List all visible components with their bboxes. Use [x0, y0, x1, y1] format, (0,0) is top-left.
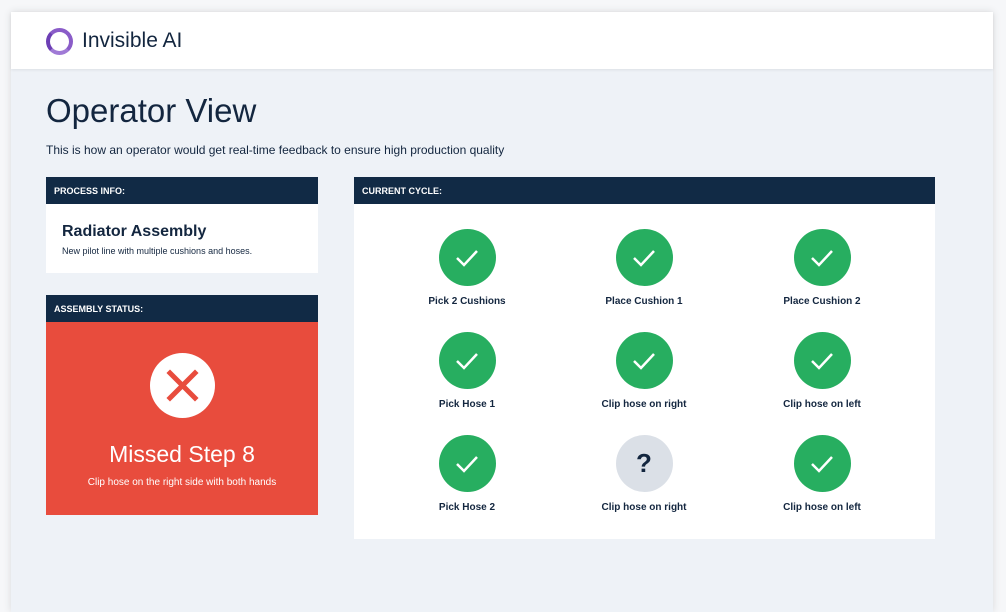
status-detail: Clip hose on the right side with both ha…: [87, 477, 277, 488]
step-label: Pick 2 Cushions: [428, 296, 506, 307]
check-icon: [438, 332, 496, 389]
cycle-step: Place Cushion 1: [559, 229, 729, 307]
check-icon: [438, 229, 496, 286]
cycle-step: Pick Hose 2: [382, 435, 552, 513]
process-info-panel: PROCESS INFO: Radiator Assembly New pilo…: [46, 177, 318, 273]
check-icon: [793, 229, 851, 286]
check-icon: [793, 332, 851, 389]
step-label: Clip hose on left: [783, 399, 861, 410]
check-icon: [793, 435, 851, 492]
step-label: Clip hose on left: [783, 502, 861, 513]
panel-header: PROCESS INFO:: [46, 177, 318, 204]
cycle-step: Place Cushion 2: [737, 229, 907, 307]
cycle-step: ? Clip hose on right: [559, 435, 729, 513]
step-label: Place Cushion 2: [783, 296, 861, 307]
page-title: Operator View: [46, 92, 257, 129]
check-icon: [615, 332, 673, 389]
cycle-step: Clip hose on right: [559, 332, 729, 410]
cycle-step: Pick Hose 1: [382, 332, 552, 410]
app-window: Invisible AI Operator View This is how a…: [11, 12, 993, 612]
current-cycle-panel: CURRENT CYCLE: Pick 2 Cushions Place Cush…: [354, 177, 935, 539]
panel-header: CURRENT CYCLE:: [354, 177, 935, 204]
cycle-step: Clip hose on left: [737, 435, 907, 513]
step-label: Place Cushion 1: [605, 296, 683, 307]
assembly-status-panel: ASSEMBLY STATUS: Missed Step 8 Clip hose…: [46, 295, 318, 515]
question-icon: ?: [615, 435, 673, 492]
page-subtitle: This is how an operator would get real-t…: [46, 143, 505, 157]
cycle-step: Pick 2 Cushions: [382, 229, 552, 307]
step-label: Clip hose on right: [601, 502, 687, 513]
status-title: Missed Step 8: [109, 441, 255, 467]
logo-ring-icon: [46, 28, 73, 55]
step-label: Pick Hose 1: [438, 399, 496, 410]
check-icon: [438, 435, 496, 492]
process-name: Radiator Assembly: [62, 223, 207, 240]
top-bar: Invisible AI: [11, 12, 993, 69]
brand-name: Invisible AI: [82, 29, 183, 52]
error-x-icon: [150, 353, 215, 418]
step-label: Pick Hose 2: [438, 502, 496, 513]
cycle-step: Clip hose on left: [737, 332, 907, 410]
step-label: Clip hose on right: [601, 399, 687, 410]
process-description: New pilot line with multiple cushions an…: [62, 246, 253, 256]
status-body: Missed Step 8 Clip hose on the right sid…: [46, 322, 318, 515]
check-icon: [615, 229, 673, 286]
panel-header: ASSEMBLY STATUS:: [46, 295, 318, 322]
